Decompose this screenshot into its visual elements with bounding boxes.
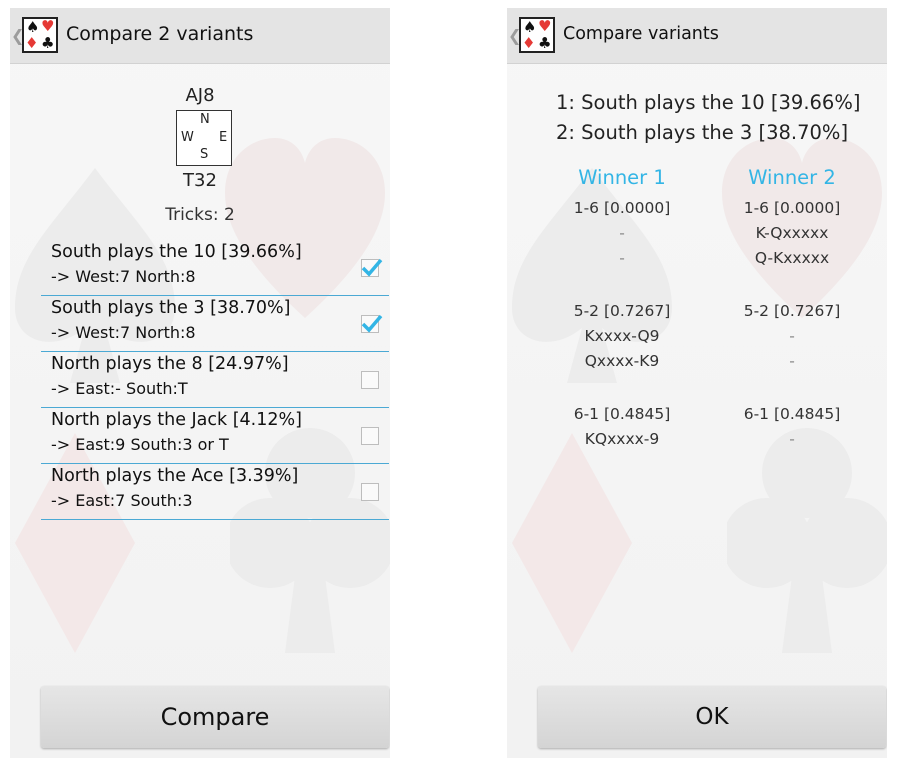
action-bar: ❮ ♠ ♥ ♦ ♣ Compare 2 variants bbox=[10, 8, 390, 64]
variant-detail: -> West:7 North:8 bbox=[51, 323, 196, 342]
checkmark-icon bbox=[361, 258, 383, 277]
screen-title: Compare 2 variants bbox=[66, 23, 254, 45]
variant-row[interactable]: North plays the 8 [24.97%] -> East:- Sou… bbox=[41, 352, 389, 408]
distribution-line: 5-2 [0.7267] bbox=[573, 302, 671, 320]
ok-button[interactable]: OK bbox=[538, 686, 886, 748]
distribution-line: 1-6 [0.0000] bbox=[573, 199, 671, 217]
distribution-line: - bbox=[789, 327, 795, 345]
variant-checkbox[interactable] bbox=[361, 427, 379, 445]
variant-title: South plays the 10 [39.66%] bbox=[51, 242, 302, 262]
distribution-line: Q-Kxxxxx bbox=[754, 249, 830, 267]
distribution-line: K-Qxxxxx bbox=[755, 224, 829, 242]
variant-detail: -> East:7 South:3 bbox=[51, 491, 193, 510]
compare-button[interactable]: Compare bbox=[41, 686, 389, 748]
variant-title: North plays the Jack [4.12%] bbox=[51, 410, 302, 430]
compass-west: W bbox=[181, 130, 194, 145]
tricks-count: Tricks: 2 bbox=[165, 205, 235, 225]
distribution-line: KQxxxx-9 bbox=[584, 430, 660, 448]
compass-north: N bbox=[200, 112, 210, 127]
winner-2-group: 1-6 [0.0000] K-Qxxxxx Q-Kxxxxx bbox=[717, 196, 867, 271]
variant-detail: -> West:7 North:8 bbox=[51, 267, 196, 286]
compass-south: S bbox=[200, 147, 209, 162]
distribution-line: 1-6 [0.0000] bbox=[743, 199, 841, 217]
distribution-line: - bbox=[789, 352, 795, 370]
variant-checkbox[interactable] bbox=[361, 483, 379, 501]
variant-title: South plays the 3 [38.70%] bbox=[51, 298, 291, 318]
distribution-line: 6-1 [0.4845] bbox=[743, 405, 841, 423]
distribution-line: - bbox=[789, 430, 795, 448]
compare-2-variants-screen: ❮ ♠ ♥ ♦ ♣ Compare 2 variants AJ8 N W E S… bbox=[10, 8, 390, 758]
winner-1-column: Winner 1 1-6 [0.0000] - - 5-2 [0.7267] K… bbox=[547, 166, 697, 452]
variant-row[interactable]: North plays the Ace [3.39%] -> East:7 So… bbox=[41, 464, 389, 520]
action-bar: ❮ ♠ ♥ ♦ ♣ Compare variants bbox=[507, 8, 887, 64]
variant-row[interactable]: North plays the Jack [4.12%] -> East:9 S… bbox=[41, 408, 389, 464]
variant-checkbox[interactable] bbox=[361, 314, 383, 333]
variant-detail: -> East:- South:T bbox=[51, 379, 188, 398]
winner-2-column: Winner 2 1-6 [0.0000] K-Qxxxxx Q-Kxxxxx … bbox=[717, 166, 867, 452]
variant-row[interactable]: South plays the 3 [38.70%] -> West:7 Nor… bbox=[41, 296, 389, 352]
variant-checkbox[interactable] bbox=[361, 371, 379, 389]
variant-detail: -> East:9 South:3 or T bbox=[51, 435, 229, 454]
screen-title: Compare variants bbox=[563, 24, 719, 44]
winner-1-group: 5-2 [0.7267] Kxxxx-Q9 Qxxxx-K9 bbox=[547, 299, 697, 374]
variant-title: North plays the 8 [24.97%] bbox=[51, 354, 289, 374]
north-holding: AJ8 bbox=[185, 85, 215, 106]
card-suits-icon[interactable]: ♠ ♥ ♦ ♣ bbox=[22, 17, 58, 53]
compass-diagram: N W E S bbox=[176, 110, 232, 166]
distribution-line: 6-1 [0.4845] bbox=[573, 405, 671, 423]
distribution-line: - bbox=[619, 249, 625, 267]
winner-2-group: 5-2 [0.7267] - - bbox=[717, 299, 867, 374]
compare-variants-screen: ❮ ♠ ♥ ♦ ♣ Compare variants 1: South play… bbox=[507, 8, 887, 758]
variant-1-heading: 1: South plays the 10 [39.66%] bbox=[556, 91, 861, 114]
winner-1-group: 1-6 [0.0000] - - bbox=[547, 196, 697, 271]
compass-east: E bbox=[219, 130, 228, 145]
distribution-line: Kxxxx-Q9 bbox=[584, 327, 660, 345]
checkmark-icon bbox=[361, 314, 383, 333]
card-suits-icon[interactable]: ♠ ♥ ♦ ♣ bbox=[519, 17, 555, 53]
distribution-line: 5-2 [0.7267] bbox=[743, 302, 841, 320]
variant-title: North plays the Ace [3.39%] bbox=[51, 466, 299, 486]
winner-2-label: Winner 2 bbox=[748, 166, 836, 189]
variant-2-heading: 2: South plays the 3 [38.70%] bbox=[556, 121, 849, 144]
winner-2-group: 6-1 [0.4845] - bbox=[717, 402, 867, 452]
variant-checkbox[interactable] bbox=[361, 258, 383, 277]
winner-1-label: Winner 1 bbox=[578, 166, 666, 189]
south-holding: T32 bbox=[183, 170, 217, 191]
distribution-line: Qxxxx-K9 bbox=[584, 352, 660, 370]
variant-row[interactable]: South plays the 10 [39.66%] -> West:7 No… bbox=[41, 240, 389, 296]
distribution-line: - bbox=[619, 224, 625, 242]
winner-1-group: 6-1 [0.4845] KQxxxx-9 bbox=[547, 402, 697, 452]
